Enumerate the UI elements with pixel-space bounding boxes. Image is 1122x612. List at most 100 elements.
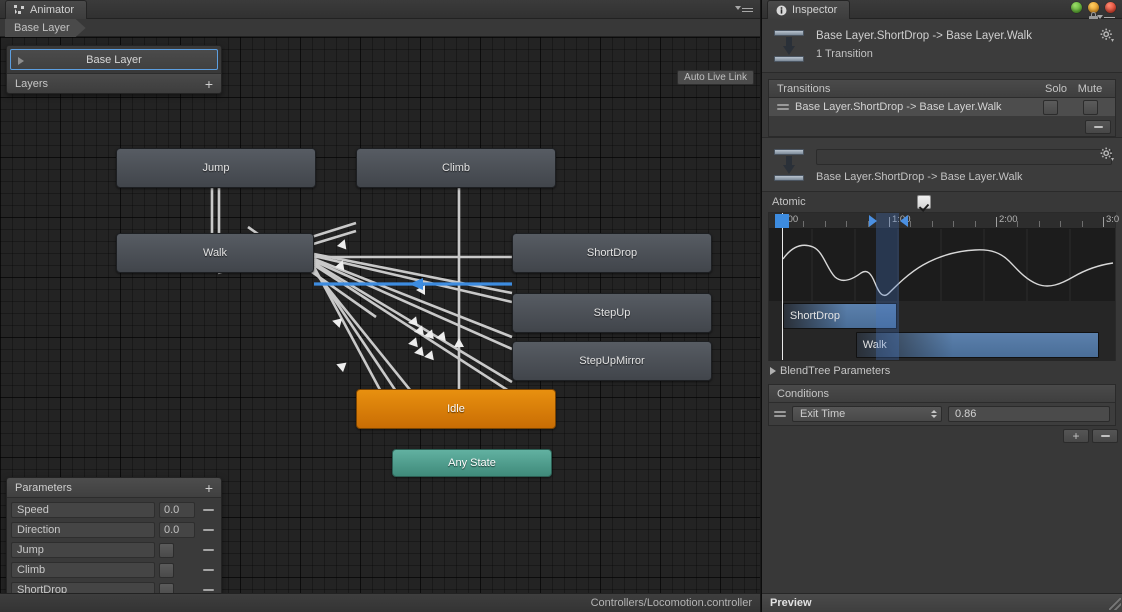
state-node-any-state[interactable]: Any State	[392, 449, 552, 477]
animator-tabstrip: Animator	[0, 0, 760, 19]
ruler-label: 2:00	[999, 214, 1018, 225]
transition-name-field[interactable]	[816, 149, 1112, 165]
timeline-ruler[interactable]: :00 1:00 2:00 3:0	[769, 213, 1119, 229]
solo-checkbox[interactable]	[1042, 99, 1058, 115]
transitions-list-footer	[769, 117, 1115, 136]
remove-condition-button[interactable]	[1092, 429, 1118, 443]
transition-end-marker[interactable]	[900, 215, 908, 227]
parameters-header-label: Parameters	[15, 481, 72, 494]
state-node-stepup[interactable]: StepUp	[512, 293, 712, 333]
transitions-col-name: Transitions	[777, 82, 831, 95]
parameters-list: Speed0.0Direction0.0JumpClimbShortDropSt…	[7, 498, 221, 593]
parameter-row[interactable]: Jump	[7, 540, 221, 560]
preview-label: Preview	[770, 597, 812, 609]
parameter-value-field[interactable]: 0.0	[159, 502, 195, 518]
add-condition-button[interactable]: +	[1063, 429, 1089, 443]
parameter-toggle[interactable]	[159, 582, 195, 593]
remove-parameter-button[interactable]	[199, 569, 217, 571]
drag-handle-icon[interactable]	[777, 102, 789, 112]
remove-transition-button[interactable]	[1085, 119, 1111, 134]
state-node-stepupmirror[interactable]: StepUpMirror	[512, 341, 712, 381]
gear-icon-detail[interactable]	[1100, 147, 1114, 161]
auto-live-link-button[interactable]: Auto Live Link	[677, 70, 754, 85]
parameter-name-field[interactable]: ShortDrop	[11, 582, 155, 593]
tab-inspector[interactable]: Inspector	[767, 0, 851, 19]
animator-graph-canvas[interactable]: Jump Climb Walk ShortDrop StepUp StepUpMirror…	[0, 37, 760, 593]
atomic-label: Atomic	[772, 196, 806, 208]
preview-bar[interactable]: Preview	[762, 593, 1122, 612]
parameter-row[interactable]: Speed 0.0	[7, 500, 221, 520]
mute-checkbox[interactable]	[1082, 99, 1098, 115]
add-layer-button[interactable]: +	[205, 77, 213, 91]
layer-row-base-layer[interactable]: Base Layer	[10, 49, 218, 70]
mute-checkbox-cell[interactable]	[1073, 99, 1107, 115]
tab-inspector-label: Inspector	[792, 4, 838, 16]
gear-icon[interactable]	[1100, 28, 1114, 42]
timeline-playhead-handle[interactable]	[775, 214, 789, 228]
condition-mode-dropdown[interactable]: Exit Time	[792, 406, 942, 422]
state-node-jump[interactable]: Jump	[116, 148, 316, 188]
transitions-col-mute: Mute	[1077, 82, 1103, 95]
condition-value-field[interactable]: 0.86	[948, 406, 1110, 422]
parameter-name-field[interactable]: Jump	[11, 542, 155, 558]
state-node-walk[interactable]: Walk	[116, 233, 314, 273]
window-minimize-button[interactable]	[1071, 2, 1082, 13]
transition-list-row[interactable]: Base Layer.ShortDrop -> Base Layer.Walk	[769, 98, 1115, 117]
layer-foldout-icon[interactable]	[18, 57, 24, 65]
transition-path-label: Base Layer.ShortDrop -> Base Layer.Walk	[816, 171, 1023, 183]
parameter-row[interactable]: ShortDrop	[7, 580, 221, 593]
drag-handle-icon[interactable]	[774, 409, 786, 419]
parameters-panel: Parameters + Speed 0.0 Direction 0.0 Jump Cli…	[6, 477, 222, 593]
parameter-row[interactable]: Direction 0.0	[7, 520, 221, 540]
animator-breadcrumb-bar: Base Layer	[0, 19, 760, 37]
parameter-toggle[interactable]	[159, 562, 195, 578]
layers-footer: Layers +	[7, 73, 221, 93]
layers-footer-label: Layers	[15, 77, 49, 90]
transition-icon	[772, 29, 806, 63]
state-node-idle[interactable]: Idle	[356, 389, 556, 429]
state-node-shortdrop[interactable]: ShortDrop	[512, 233, 712, 273]
checkbox[interactable]	[159, 582, 174, 593]
transitions-list: Transitions Solo Mute Base Layer.ShortDr…	[768, 79, 1116, 137]
parameter-value-field[interactable]: 0.0	[159, 522, 195, 538]
remove-parameter-button[interactable]	[199, 589, 217, 591]
animator-menu-icon[interactable]	[735, 2, 754, 13]
timeline-clips[interactable]: ShortDrop Walk	[769, 301, 1115, 361]
state-node-climb[interactable]: Climb	[356, 148, 556, 188]
remove-parameter-button[interactable]	[199, 509, 217, 511]
remove-parameter-button[interactable]	[199, 529, 217, 531]
layers-panel: Base Layer Layers +	[6, 45, 222, 94]
parameter-toggle[interactable]	[159, 542, 195, 558]
checkbox[interactable]	[159, 542, 174, 558]
ruler-tick-minor	[931, 221, 933, 227]
animator-menu-area	[735, 2, 754, 13]
resize-grip-icon[interactable]	[1109, 598, 1121, 610]
solo-checkbox-cell[interactable]	[1033, 99, 1067, 115]
parameter-name-field[interactable]: Climb	[11, 562, 155, 578]
ruler-tick-minor	[1017, 221, 1019, 227]
add-condition-label: +	[1072, 428, 1080, 443]
condition-row[interactable]: Exit Time 0.86	[769, 403, 1115, 425]
atomic-checkbox[interactable]	[917, 195, 931, 209]
transition-title: Base Layer.ShortDrop -> Base Layer.Walk	[816, 30, 1032, 42]
blendtree-parameters-foldout[interactable]: BlendTree Parameters	[762, 361, 1122, 381]
parameter-name-field[interactable]: Direction	[11, 522, 155, 538]
ruler-tick-minor	[803, 221, 805, 227]
conditions-header: Conditions	[769, 385, 1115, 403]
tab-animator[interactable]: Animator	[5, 0, 88, 19]
parameter-row[interactable]: Climb	[7, 560, 221, 580]
transitions-col-solo: Solo	[1044, 82, 1068, 95]
transition-curve-area[interactable]	[769, 229, 1115, 301]
transition-start-marker[interactable]	[869, 215, 877, 227]
parameter-name-field[interactable]: Speed	[11, 502, 155, 518]
state-node-label: StepUpMirror	[579, 355, 645, 367]
state-node-label: Climb	[441, 162, 471, 174]
remove-parameter-button[interactable]	[199, 549, 217, 551]
add-parameter-button[interactable]: +	[205, 481, 213, 495]
state-node-label: StepUp	[593, 307, 631, 319]
transition-detail-text: Base Layer.ShortDrop -> Base Layer.Walk	[816, 146, 1112, 183]
checkbox[interactable]	[159, 562, 174, 578]
blend-curve	[782, 229, 1114, 301]
transition-timeline[interactable]: :00 1:00 2:00 3:0 ShortDrop Walk	[768, 212, 1119, 361]
breadcrumb-base-layer[interactable]: Base Layer	[5, 19, 86, 37]
